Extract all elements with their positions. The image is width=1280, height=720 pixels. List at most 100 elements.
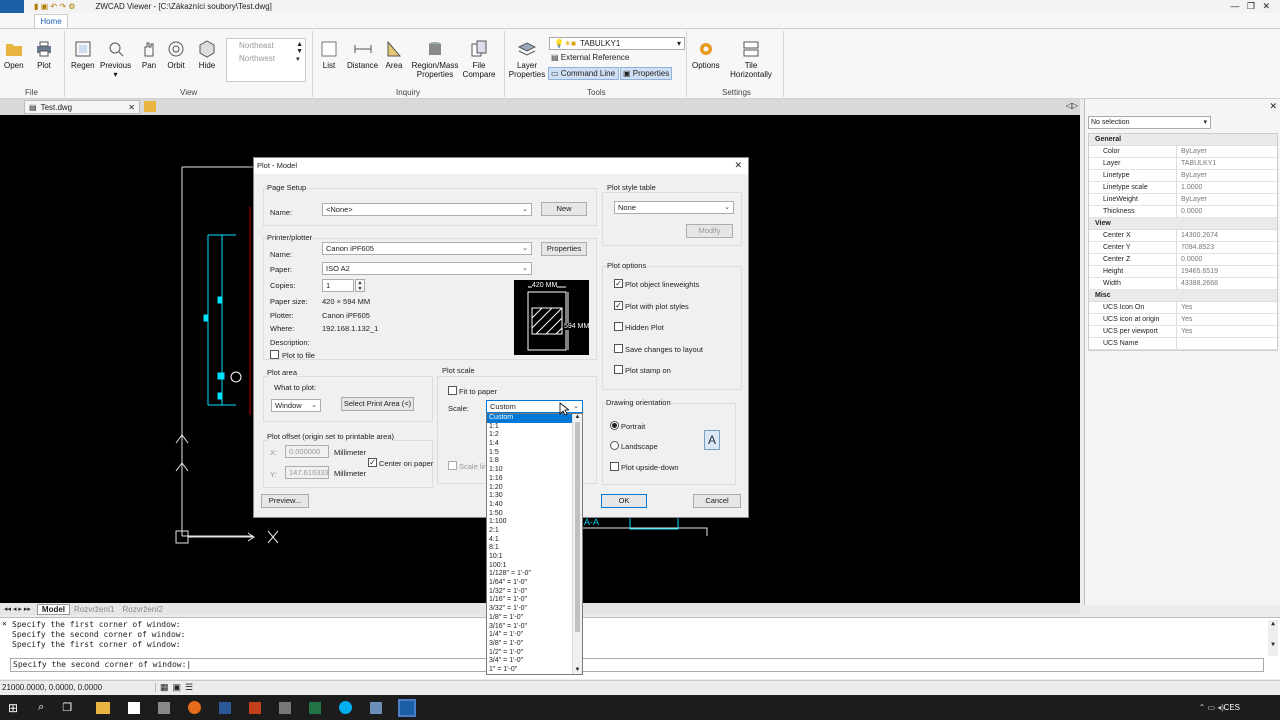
task-view-icon[interactable]: ❐ xyxy=(62,701,72,714)
doc-tab-test[interactable]: ▤ Test.dwg ✕ xyxy=(24,100,140,114)
command-line-toggle[interactable]: ▭ Command Line xyxy=(548,67,619,80)
property-row[interactable]: Center Z 0.0000 xyxy=(1089,254,1277,266)
property-section-header[interactable]: General xyxy=(1089,134,1277,146)
scale-option[interactable]: 8:1 xyxy=(487,544,573,553)
tray-icons[interactable]: ⌃ ▭ ◂) xyxy=(1199,703,1224,712)
scale-option[interactable]: 1/64" = 1'-0" xyxy=(487,579,573,588)
property-row[interactable]: Linetype scale 1.0000 xyxy=(1089,182,1277,194)
copies-spinner[interactable]: ▲ ▼ xyxy=(355,279,365,292)
property-row[interactable]: Height 19465.6519 xyxy=(1089,266,1277,278)
property-row[interactable]: UCS Icon On Yes xyxy=(1089,302,1277,314)
property-row[interactable]: Layer TABULKY1 xyxy=(1089,158,1277,170)
scale-option[interactable]: 4:1 xyxy=(487,536,573,545)
external-reference-button[interactable]: ▤ External Reference xyxy=(551,53,629,62)
command-input[interactable]: Specify the second corner of window:| xyxy=(10,658,1264,672)
center-on-paper-checkbox[interactable]: ✓ xyxy=(368,458,377,467)
scale-option[interactable]: 1/2" = 1'-0" xyxy=(487,649,573,658)
scale-option[interactable]: 1/32" = 1'-0" xyxy=(487,588,573,597)
firefox-icon[interactable] xyxy=(188,701,202,714)
plot-option-checkbox[interactable] xyxy=(614,343,623,353)
open-button[interactable]: Open xyxy=(4,40,24,70)
list-button[interactable]: List xyxy=(320,40,338,70)
portrait-radio[interactable] xyxy=(610,421,619,430)
tab-model[interactable]: Model xyxy=(36,603,71,615)
tab-layout2[interactable]: Rozvržení2 xyxy=(119,605,167,614)
property-row[interactable]: UCS icon at origin Yes xyxy=(1089,314,1277,326)
region-mass-button[interactable]: Region/Mass Properties xyxy=(410,40,460,79)
scale-option[interactable]: 1:40 xyxy=(487,501,573,510)
printer-combo[interactable]: Canon iPF605 ⌄ xyxy=(322,242,532,255)
plot-style-combo[interactable]: None ⌄ xyxy=(614,201,734,214)
scale-option[interactable]: 10:1 xyxy=(487,553,573,562)
close-icon[interactable]: ✕ xyxy=(1269,101,1277,112)
snap-icon[interactable]: ▣ xyxy=(173,682,182,693)
page-setup-combo[interactable]: <None> ⌄ xyxy=(322,203,532,216)
scale-option[interactable]: 1:30 xyxy=(487,492,573,501)
property-row[interactable]: Center Y 7094.8523 xyxy=(1089,242,1277,254)
options-button[interactable]: Options xyxy=(692,40,720,70)
regen-button[interactable]: Regen xyxy=(71,40,95,70)
scale-option[interactable]: 1:8 xyxy=(487,457,573,466)
view-northeast[interactable]: Northeast xyxy=(227,39,305,52)
scale-option[interactable]: 1:4 xyxy=(487,440,573,449)
view-presets-list[interactable]: Northeast Northwest ▲ ▼ ▾ xyxy=(226,38,306,82)
scale-option[interactable]: 1:1 xyxy=(487,423,573,432)
scale-option[interactable]: 1:50 xyxy=(487,510,573,519)
paper-combo[interactable]: ISO A2 ⌄ xyxy=(322,262,532,275)
plot-option-checkbox[interactable]: ✓ xyxy=(614,279,623,288)
word-icon[interactable] xyxy=(219,701,232,714)
tray-language[interactable]: CES xyxy=(1224,703,1240,712)
search-icon[interactable]: ⌕ xyxy=(38,701,44,714)
command-window[interactable]: ✕ Specify the first corner of window: Sp… xyxy=(0,617,1280,679)
scroll-arrows-icon[interactable]: ▲ ▼ ▾ xyxy=(296,41,303,63)
tab-layout1[interactable]: Rozvržení1 xyxy=(70,605,118,614)
scale-option[interactable]: 1:16 xyxy=(487,475,573,484)
store-icon[interactable] xyxy=(128,701,141,714)
selection-combo[interactable]: No selection ▾ xyxy=(1088,116,1211,129)
property-section-header[interactable]: View xyxy=(1089,218,1277,230)
ok-button[interactable]: OK xyxy=(601,494,647,508)
property-row[interactable]: UCS Name xyxy=(1089,338,1277,350)
hide-button[interactable]: Hide xyxy=(198,40,216,70)
tab-scroll-icon[interactable]: ◁▷ xyxy=(1066,101,1078,110)
property-row[interactable]: UCS per viewport Yes xyxy=(1089,326,1277,338)
property-row[interactable]: Linetype ByLayer xyxy=(1089,170,1277,182)
command-scrollbar[interactable]: ▲ ▼ xyxy=(1268,620,1278,656)
layer-properties-button[interactable]: Layer Properties xyxy=(506,40,548,79)
scale-dropdown-list[interactable]: Custom 1:1 1:2 1:4 1:5 1:8 1:10 1:16 1:20 1:30 1:4… xyxy=(486,413,583,675)
orbit-button[interactable]: Orbit xyxy=(167,40,185,70)
new-button[interactable]: New xyxy=(541,202,587,216)
powerpoint-icon[interactable] xyxy=(249,701,262,714)
property-row[interactable]: Thickness 0.0000 xyxy=(1089,206,1277,218)
app-icon[interactable] xyxy=(158,701,171,714)
scroll-thumb[interactable] xyxy=(575,422,580,632)
scale-option[interactable]: 3/32" = 1'-0" xyxy=(487,605,573,614)
property-row[interactable]: Color ByLayer xyxy=(1089,146,1277,158)
scale-option[interactable]: 2:1 xyxy=(487,527,573,536)
what-to-plot-combo[interactable]: Window ⌄ xyxy=(271,399,321,412)
previous-button[interactable]: Previous ▾ xyxy=(100,40,131,79)
scale-lineweights-checkbox[interactable] xyxy=(448,461,457,470)
cad-app-icon[interactable] xyxy=(370,701,383,714)
property-section-header[interactable]: Misc xyxy=(1089,290,1277,302)
close-icon[interactable]: ✕ xyxy=(128,103,135,112)
view-northwest[interactable]: Northwest xyxy=(227,52,305,65)
scale-option[interactable]: 3/16" = 1'-0" xyxy=(487,623,573,632)
tab-nav-arrows-icon[interactable]: ◂◂ ◂ ▸ ▸▸ xyxy=(4,605,31,613)
copies-input[interactable]: 1 xyxy=(322,279,354,292)
excel-icon[interactable] xyxy=(309,701,322,714)
close-icon[interactable]: ✕ xyxy=(2,619,7,628)
scale-option[interactable]: 100:1 xyxy=(487,562,573,571)
quick-access-icons[interactable]: ▮ ▣ ↶ ↷ ⚙ xyxy=(34,2,75,11)
modify-button[interactable]: Modify xyxy=(686,224,733,238)
plot-button[interactable]: Plot xyxy=(35,40,53,70)
landscape-radio[interactable] xyxy=(610,441,619,450)
upside-down-checkbox[interactable] xyxy=(610,462,619,471)
cancel-button[interactable]: Cancel xyxy=(693,494,741,508)
scale-option[interactable]: 3/4" = 1'-0" xyxy=(487,657,573,666)
plot-to-file-checkbox[interactable] xyxy=(270,350,279,359)
plot-option-checkbox[interactable]: ✓ xyxy=(614,300,623,310)
scale-option[interactable]: 1/4" = 1'-0" xyxy=(487,631,573,640)
start-icon[interactable]: ⊞ xyxy=(8,701,18,715)
tile-horizontally-button[interactable]: Tile Horizontally xyxy=(724,40,778,79)
